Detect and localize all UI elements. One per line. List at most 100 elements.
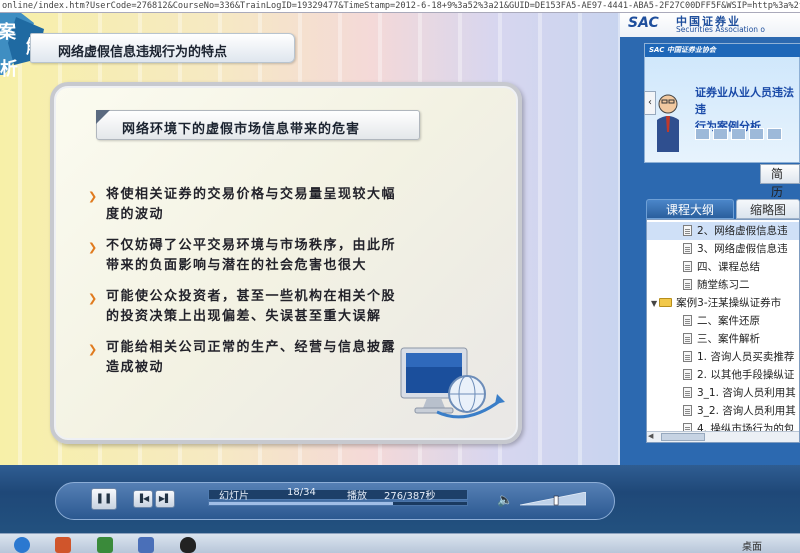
next-slide-button[interactable]: ▶▌ [155, 490, 175, 508]
slide-header: 网络虚假信息违规行为的特点 [30, 33, 295, 63]
tree-item[interactable]: 随堂练习二 [647, 276, 799, 294]
badge-char-1: 案 [0, 22, 16, 43]
scroll-left-icon[interactable]: ◀ [648, 432, 653, 440]
time-label: 276/387秒 [384, 491, 436, 502]
presenter-icon [657, 94, 679, 152]
collapse-triangle-icon[interactable]: ▼ [651, 295, 657, 313]
thumbnail [695, 128, 710, 140]
document-icon [683, 261, 692, 272]
bullet-item: ❯ 可能使公众投资者，甚至一些机构在相关个股 的投资决策上出现偏差、失误甚至重大… [88, 287, 458, 327]
document-icon [683, 243, 692, 254]
document-icon [683, 333, 692, 344]
bullet-line: 将使相关证券的交易价格与交易量呈现较大幅 [106, 187, 397, 202]
app-icon[interactable] [138, 537, 154, 553]
thumbnail [749, 128, 764, 140]
cover-mini-logo: SAC 中国证券业协会 [649, 46, 716, 54]
simplified-resume-button[interactable]: 简 历 [760, 164, 800, 199]
tree-item[interactable]: 3、网络虚假信息违 [647, 240, 799, 258]
speaker-icon[interactable]: 🔈 [497, 493, 513, 508]
bullet-item: ❯ 将使相关证券的交易价格与交易量呈现较大幅 度的波动 [88, 185, 458, 225]
volume-slider[interactable] [520, 492, 586, 506]
address-bar[interactable]: online/index.htm?UserCode=276812&CourseN… [0, 0, 800, 13]
os-taskbar: 桌面 [0, 533, 800, 553]
scrollbar-thumb[interactable] [661, 433, 705, 441]
sidebar-tabs: 课程大纲 缩略图 [646, 199, 800, 219]
play-state-label: 播放 [347, 491, 367, 502]
course-sidebar: SAC 中国证券业 Securities Association o SAC 中… [620, 13, 800, 465]
tree-item[interactable]: 三、案件解析 [647, 330, 799, 348]
badge-char-3: 析 [0, 59, 18, 80]
sac-banner: SAC 中国证券业 Securities Association o [620, 13, 800, 37]
cover-title-line: 证券业从业人员违法违 [695, 86, 794, 116]
tree-item-label: 3_1. 咨询人员利用其 [697, 387, 796, 399]
outline-tree: 2、网络虚假信息违 3、网络虚假信息违 四、课程总结 随堂练习二 ▼ 案例3-汪某… [646, 219, 800, 443]
pause-icon: ❚❚ [95, 493, 113, 504]
tray-text: 桌面 [742, 542, 762, 553]
tree-folder[interactable]: ▼ 案例3-汪某操纵证券市 [647, 294, 799, 313]
tab-outline[interactable]: 课程大纲 [646, 199, 734, 219]
section-header: 网络环境下的虚假市场信息带来的危害 [96, 110, 420, 140]
bullet-item: ❯ 不仅妨碍了公平交易环境与市场秩序，由此所 带来的负面影响与潜在的社会危害也很… [88, 236, 458, 276]
section-title: 网络环境下的虚假市场信息带来的危害 [122, 122, 361, 137]
tree-item-label: 案例3-汪某操纵证券市 [676, 297, 782, 309]
previous-icon: ▐◀ [136, 494, 150, 503]
slide-area: 案 解 析 网络虚假信息违规行为的特点 网络环境下的虚假市场信息带来的危害 ❯ … [0, 13, 620, 465]
thumbnail [731, 128, 746, 140]
bullet-line: 可能使公众投资者，甚至一些机构在相关个股 [106, 289, 397, 304]
bullet-line: 度的波动 [106, 207, 165, 222]
document-icon [683, 315, 692, 326]
player-control-bar: ❚❚ ▐◀ ▶▌ 幻灯片 18/34 播放 276/387秒 🔈 [0, 465, 800, 533]
tree-item-label: 2、网络虚假信息违 [697, 225, 788, 237]
document-icon [683, 351, 692, 362]
tree-item[interactable]: 2、网络虚假信息违 [647, 222, 799, 240]
qq-penguin-icon[interactable] [180, 537, 196, 553]
cover-header: SAC 中国证券业协会 [645, 44, 800, 57]
slide-header-title: 网络虚假信息违规行为的特点 [58, 45, 228, 60]
folder-icon [659, 298, 673, 307]
ie-browser-icon[interactable] [14, 537, 30, 553]
bullet-line: 的投资决策上出现偏差、失误甚至重大误解 [106, 309, 382, 324]
tree-item[interactable]: 二、案件还原 [647, 312, 799, 330]
tree-item-label: 2. 以其他手段操纵证 [697, 369, 795, 381]
bullet-arrow-icon: ❯ [88, 241, 99, 254]
previous-slide-button[interactable]: ▐◀ [133, 490, 153, 508]
tree-item-label: 随堂练习二 [697, 279, 750, 291]
next-icon: ▶▌ [158, 494, 172, 503]
document-icon [683, 405, 692, 416]
thumbnail [713, 128, 728, 140]
course-cover: SAC 中国证券业协会 证券业从业人员违法违 行为案例分析 [644, 43, 800, 163]
document-icon [683, 279, 692, 290]
document-icon [683, 369, 692, 380]
document-icon [683, 387, 692, 398]
monitor-globe-icon [400, 347, 505, 419]
bullet-arrow-icon: ❯ [88, 343, 99, 356]
horizontal-scrollbar[interactable]: ◀ [647, 431, 799, 442]
slide-counter: 18/34 [287, 487, 316, 498]
bullet-line: 不仅妨碍了公平交易环境与市场秩序，由此所 [106, 238, 397, 253]
tree-item[interactable]: 3_1. 咨询人员利用其 [647, 384, 799, 402]
bullet-arrow-icon: ❯ [88, 292, 99, 305]
tree-item[interactable]: 3_2. 咨询人员利用其 [647, 402, 799, 420]
cover-thumbnails [695, 128, 782, 140]
cover-prev-button[interactable]: ‹ [644, 91, 656, 115]
volume-knob[interactable] [553, 495, 559, 506]
thumbnail [767, 128, 782, 140]
tree-item-label: 3_2. 咨询人员利用其 [697, 405, 796, 417]
mode-label: 幻灯片 [219, 491, 249, 502]
progress-bar[interactable] [208, 501, 468, 506]
tree-item[interactable]: 1. 咨询人员买卖推荐 [647, 348, 799, 366]
tree-item[interactable]: 四、课程总结 [647, 258, 799, 276]
document-icon [683, 225, 692, 236]
pause-button[interactable]: ❚❚ [91, 488, 117, 510]
bullet-line: 带来的负面影响与潜在的社会危害也很大 [106, 258, 368, 273]
tab-thumbnails[interactable]: 缩略图 [736, 199, 800, 219]
powerpoint-icon[interactable] [55, 537, 71, 553]
sac-logo: SAC [628, 15, 659, 31]
progress-fill [209, 502, 393, 505]
tree-item-label: 3、网络虚假信息违 [697, 243, 788, 255]
org-name-en: Securities Association o [676, 25, 766, 34]
tree-item[interactable]: 2. 以其他手段操纵证 [647, 366, 799, 384]
excel-icon[interactable] [97, 537, 113, 553]
tree-item-label: 四、课程总结 [697, 261, 760, 273]
tree-item-label: 二、案件还原 [697, 315, 760, 327]
